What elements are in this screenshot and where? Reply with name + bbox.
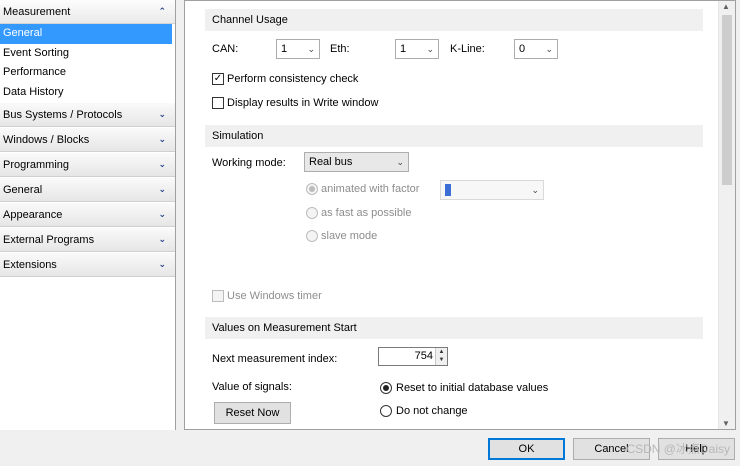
nav-group-label: Programming bbox=[3, 158, 70, 171]
chevron-up-icon: ⌃ bbox=[158, 6, 165, 16]
vertical-scrollbar[interactable]: ▲ ▼ bbox=[718, 1, 735, 429]
chevron-down-icon: ⌄ bbox=[531, 185, 539, 195]
chevron-down-icon: ⌄ bbox=[426, 44, 434, 54]
working-mode-select[interactable]: Real bus ⌄ bbox=[304, 152, 409, 172]
working-mode-label: Working mode: bbox=[212, 157, 286, 169]
nav-group-label: External Programs bbox=[3, 233, 95, 246]
slave-label: slave mode bbox=[321, 230, 378, 242]
consistency-checkbox[interactable]: ✓ bbox=[212, 73, 224, 85]
can-value: 1 bbox=[281, 43, 288, 55]
ok-button[interactable]: OK bbox=[488, 438, 565, 460]
reset-initial-radio[interactable] bbox=[380, 382, 392, 394]
slave-radio[interactable] bbox=[306, 230, 318, 242]
reset-now-button[interactable]: Reset Now bbox=[214, 402, 291, 424]
eth-value: 1 bbox=[400, 43, 407, 55]
write-window-checkbox[interactable] bbox=[212, 97, 224, 109]
animation-factor-select[interactable]: ⌄ bbox=[440, 180, 544, 200]
section-channel-usage: Channel Usage bbox=[205, 9, 703, 31]
animated-radio[interactable] bbox=[306, 183, 318, 195]
do-not-change-radio[interactable] bbox=[380, 405, 392, 417]
spin-down-icon[interactable]: ▼ bbox=[436, 356, 447, 364]
next-index-label: Next measurement index: bbox=[212, 353, 338, 365]
reset-initial-label[interactable]: Reset to initial database values bbox=[396, 382, 548, 394]
fast-radio[interactable] bbox=[306, 207, 318, 219]
section-simulation: Simulation bbox=[205, 125, 703, 147]
settings-panel: Channel Usage CAN: 1 ⌄ Eth: 1 ⌄ K-Line: … bbox=[184, 0, 736, 430]
watermark: CSDN @冰点Daisy bbox=[626, 442, 730, 456]
kline-select[interactable]: 0 ⌄ bbox=[514, 39, 558, 59]
consistency-label[interactable]: Perform consistency check bbox=[227, 73, 358, 85]
animated-label: animated with factor bbox=[321, 183, 420, 195]
value-signals-label: Value of signals: bbox=[212, 381, 292, 393]
next-index-value: 754 bbox=[414, 350, 433, 362]
nav-item-data-history[interactable]: Data History bbox=[0, 83, 175, 103]
can-select[interactable]: 1 ⌄ bbox=[276, 39, 320, 59]
scroll-down-icon[interactable]: ▼ bbox=[722, 419, 730, 428]
chevron-down-icon: ⌄ bbox=[307, 44, 315, 54]
windows-timer-checkbox[interactable] bbox=[212, 290, 224, 302]
kline-value: 0 bbox=[519, 43, 526, 55]
nav-header-measurement[interactable]: Measurement ⌃ bbox=[0, 0, 175, 24]
nav-group-label: Windows / Blocks bbox=[3, 133, 90, 146]
do-not-change-label[interactable]: Do not change bbox=[396, 405, 468, 417]
nav-group-windows-blocks[interactable]: Windows / Blocks ⌄ bbox=[0, 127, 175, 152]
nav-item-performance[interactable]: Performance bbox=[0, 63, 175, 83]
chevron-down-icon: ⌄ bbox=[158, 259, 165, 269]
fast-label: as fast as possible bbox=[321, 207, 412, 219]
chevron-down-icon: ⌄ bbox=[396, 157, 404, 167]
can-label: CAN: bbox=[212, 43, 239, 55]
window-edge bbox=[740, 0, 744, 466]
working-mode-value: Real bus bbox=[309, 156, 353, 168]
nav-group-label: Appearance bbox=[3, 208, 63, 221]
spin-up-icon[interactable]: ▲ bbox=[436, 348, 447, 356]
nav-item-general[interactable]: General bbox=[0, 24, 172, 44]
nav-group-label: Extensions bbox=[3, 258, 57, 271]
eth-select[interactable]: 1 ⌄ bbox=[395, 39, 439, 59]
nav-group-external-programs[interactable]: External Programs ⌄ bbox=[0, 227, 175, 252]
nav-group-bus-systems[interactable]: Bus Systems / Protocols ⌄ bbox=[0, 102, 175, 127]
windows-timer-label: Use Windows timer bbox=[227, 290, 322, 302]
next-index-stepper[interactable]: 754 ▲ ▼ bbox=[378, 347, 448, 366]
scrollbar-thumb[interactable] bbox=[722, 15, 732, 185]
chevron-down-icon: ⌄ bbox=[158, 134, 165, 144]
kline-label: K-Line: bbox=[450, 43, 485, 55]
nav-group-extensions[interactable]: Extensions ⌄ bbox=[0, 252, 175, 277]
nav-group-general[interactable]: General ⌄ bbox=[0, 177, 175, 202]
options-navigation: Measurement ⌃ General Event Sorting Perf… bbox=[0, 0, 176, 430]
chevron-down-icon: ⌄ bbox=[158, 234, 165, 244]
chevron-down-icon: ⌄ bbox=[158, 109, 165, 119]
nav-group-label: General bbox=[3, 183, 43, 196]
write-window-label[interactable]: Display results in Write window bbox=[227, 97, 378, 109]
chevron-down-icon: ⌄ bbox=[158, 209, 165, 219]
check-icon: ✓ bbox=[213, 73, 223, 84]
nav-group-appearance[interactable]: Appearance ⌄ bbox=[0, 202, 175, 227]
chevron-down-icon: ⌄ bbox=[545, 44, 553, 54]
nav-header-label: Measurement bbox=[3, 5, 71, 18]
nav-group-label: Bus Systems / Protocols bbox=[3, 108, 123, 121]
section-measurement-start: Values on Measurement Start bbox=[205, 317, 703, 339]
chevron-down-icon: ⌄ bbox=[158, 159, 165, 169]
nav-group-programming[interactable]: Programming ⌄ bbox=[0, 152, 175, 177]
eth-label: Eth: bbox=[330, 43, 350, 55]
nav-item-event-sorting[interactable]: Event Sorting bbox=[0, 44, 175, 64]
scroll-up-icon[interactable]: ▲ bbox=[722, 2, 730, 11]
factor-caret bbox=[445, 184, 451, 197]
chevron-down-icon: ⌄ bbox=[158, 184, 165, 194]
